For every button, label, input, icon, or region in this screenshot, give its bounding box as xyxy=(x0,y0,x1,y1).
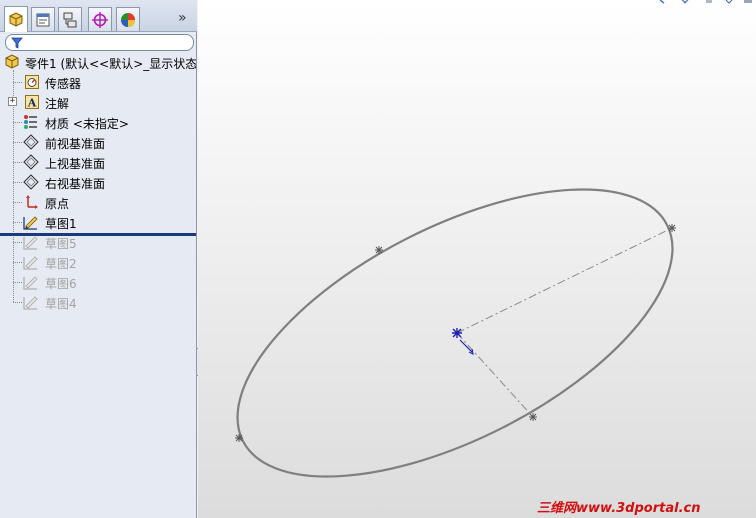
tree-item-label: 草图4 xyxy=(45,297,77,311)
property-manager-icon xyxy=(36,13,50,26)
more-tabs-button[interactable]: » xyxy=(178,10,187,26)
tree-item-label: 草图6 xyxy=(45,277,77,291)
propertymanager-tab[interactable] xyxy=(31,7,55,31)
plane-icon xyxy=(23,154,39,170)
view-toolbar-fragment[interactable] xyxy=(659,0,752,4)
configurationmanager-tab[interactable] xyxy=(58,7,82,31)
sketch-ellipse[interactable] xyxy=(198,131,715,518)
tree-item-label: 注解 xyxy=(45,97,70,111)
sketch-icon xyxy=(23,214,39,230)
dimxpert-crosshair-icon xyxy=(92,11,108,28)
appearance-pie-icon xyxy=(121,12,135,27)
graphics-area[interactable] xyxy=(198,0,756,518)
tree-item-label: 草图5 xyxy=(45,237,77,251)
tree-item-top-plane[interactable]: 上视基准面 xyxy=(0,152,196,172)
tree-item-front-plane[interactable]: 前视基准面 xyxy=(0,132,196,152)
sensor-icon xyxy=(24,74,40,90)
tree-item-label: 上视基准面 xyxy=(45,157,106,171)
feature-manager-panel: » 零件1 (默认<<默认>_显示状态 传感器 + A 注解 材质 <未指定> … xyxy=(0,0,197,518)
tree-item-label: 原点 xyxy=(45,197,70,211)
sketch-icon xyxy=(23,294,39,310)
sketch-icon xyxy=(23,274,39,290)
featuremanager-tab[interactable] xyxy=(4,6,28,32)
tree-root-part[interactable]: 零件1 (默认<<默认>_显示状态 xyxy=(0,52,196,72)
tree-item-sketch5[interactable]: 草图5 xyxy=(0,232,196,252)
tree-item-sketch1[interactable]: 草图1 xyxy=(0,212,196,232)
display-manager-tab[interactable] xyxy=(116,7,140,31)
minor-axis-centerline[interactable] xyxy=(456,332,534,418)
sketch-icon xyxy=(23,254,39,270)
sketch-icon xyxy=(23,234,39,250)
configuration-manager-icon xyxy=(63,12,77,27)
tree-item-material[interactable]: 材质 <未指定> xyxy=(0,112,196,132)
tree-item-sketch2[interactable]: 草图2 xyxy=(0,252,196,272)
ellipse-center-point[interactable] xyxy=(452,328,474,355)
manager-tab-bar: » xyxy=(0,0,197,32)
tree-item-annotations[interactable]: + A 注解 xyxy=(0,92,196,112)
part-icon xyxy=(4,54,20,70)
plane-icon xyxy=(23,134,39,150)
site-watermark: 三维网www.3dportal.cn xyxy=(537,501,701,516)
tree-filter-input[interactable] xyxy=(5,34,194,51)
plane-icon xyxy=(23,174,39,190)
tree-item-label: 传感器 xyxy=(45,77,82,91)
sketch-canvas xyxy=(198,0,752,518)
material-icon xyxy=(22,114,38,130)
origin-icon xyxy=(23,194,39,210)
tree-item-label: 草图2 xyxy=(45,257,77,271)
tree-root-label: 零件1 (默认<<默认>_显示状态 xyxy=(25,57,196,71)
filter-icon xyxy=(11,37,23,49)
tree-item-label: 草图1 xyxy=(45,217,77,231)
annotation-icon: A xyxy=(24,94,40,110)
expand-toggle[interactable]: + xyxy=(8,97,17,106)
feature-tree: 零件1 (默认<<默认>_显示状态 传感器 + A 注解 材质 <未指定> 前视… xyxy=(0,52,196,322)
tree-item-label: 前视基准面 xyxy=(45,137,106,151)
feature-tree-icon xyxy=(9,11,23,27)
tree-item-sensors[interactable]: 传感器 xyxy=(0,72,196,92)
tree-item-label: 右视基准面 xyxy=(45,177,106,191)
svg-text:A: A xyxy=(27,97,37,110)
tree-item-sketch4[interactable]: 草图4 xyxy=(0,292,196,312)
tree-item-right-plane[interactable]: 右视基准面 xyxy=(0,172,196,192)
tree-item-sketch6[interactable]: 草图6 xyxy=(0,272,196,292)
dimxpert-tab[interactable] xyxy=(88,7,112,31)
tree-item-label: 材质 <未指定> xyxy=(45,117,129,131)
tree-item-origin[interactable]: 原点 xyxy=(0,192,196,212)
major-axis-centerline[interactable] xyxy=(456,227,673,334)
